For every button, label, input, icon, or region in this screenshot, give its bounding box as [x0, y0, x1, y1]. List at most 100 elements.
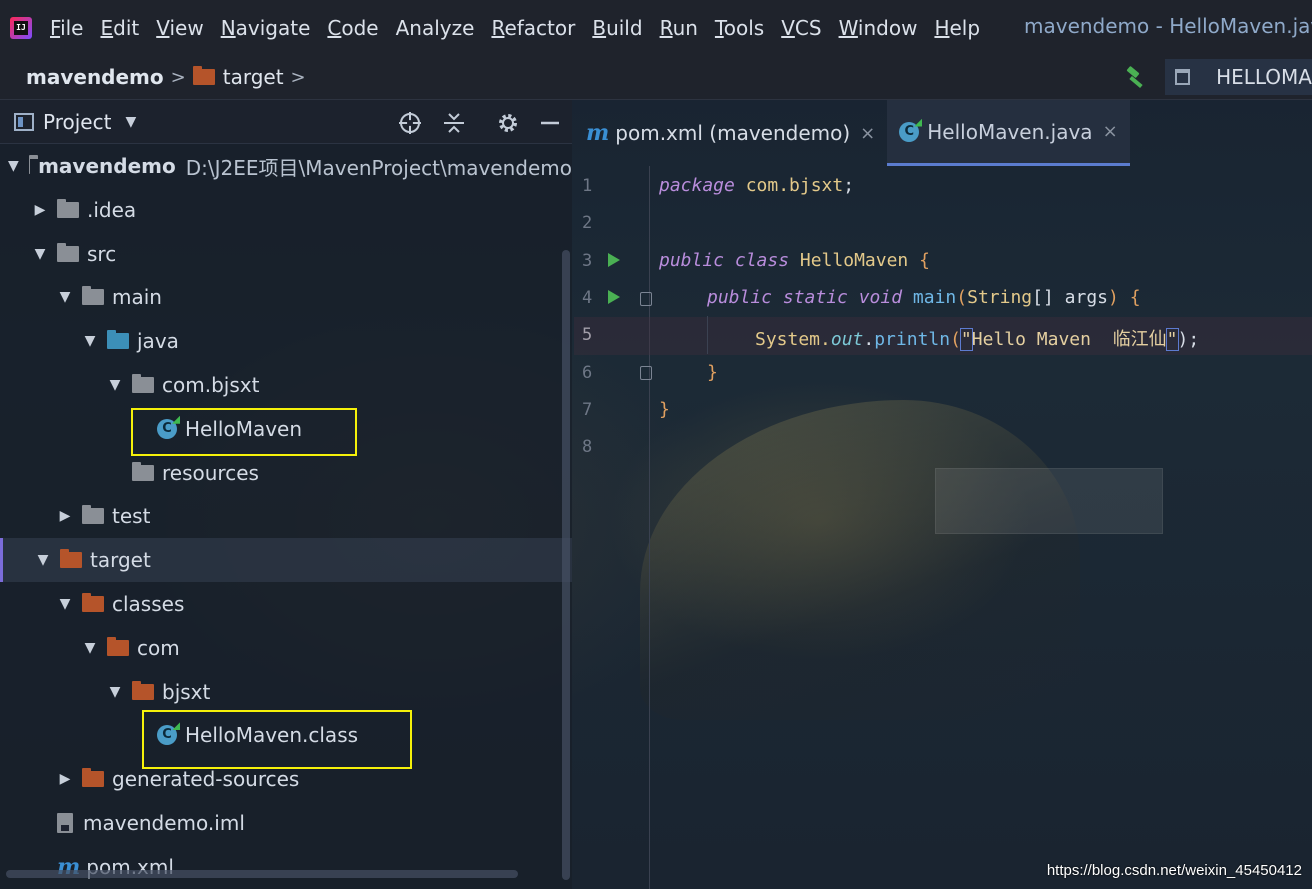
menu-build[interactable]: Build	[592, 16, 642, 40]
menu-label: uild	[606, 15, 643, 40]
menu-mnemonic: B	[592, 15, 607, 40]
chevron-down-icon[interactable]: ▼	[36, 552, 50, 568]
tree-item-test[interactable]: ▶ test	[0, 494, 572, 538]
tree-item-label: resources	[162, 460, 259, 485]
tree-item-target[interactable]: ▼ target	[0, 538, 572, 583]
project-horizontal-scrollbar[interactable]	[6, 870, 518, 878]
tab-label: pom.xml (mavendemo)	[615, 121, 851, 145]
run-main-icon[interactable]	[608, 290, 620, 304]
folder-gray-icon	[82, 505, 104, 525]
tree-item-src[interactable]: ▼ src	[0, 232, 572, 276]
line-number: 8	[582, 437, 593, 458]
window-title: mavendemo - HelloMaven.java	[1024, 14, 1312, 38]
tree-item-label: .idea	[87, 197, 137, 222]
highlight-box-source	[131, 408, 357, 456]
tree-item-label: classes	[112, 592, 185, 616]
minimize-icon[interactable]	[538, 111, 562, 135]
tree-item-resources[interactable]: resources	[0, 451, 572, 495]
menu-vcs[interactable]: VCS	[781, 16, 821, 40]
tree-item-mavendemo[interactable]: ▼ mavendemo D:\J2EE项目\MavenProject\mavende…	[0, 144, 572, 188]
indent-guide	[707, 316, 708, 354]
window-icon	[1175, 69, 1191, 85]
collapse-all-icon[interactable]	[442, 111, 466, 135]
menu-refactor[interactable]: Refactor	[491, 16, 575, 40]
chevron-down-icon[interactable]: ▼	[125, 114, 136, 130]
watermark: https://blog.csdn.net/weixin_45450412	[1046, 862, 1302, 879]
menu-navigate[interactable]: Navigate	[221, 16, 311, 40]
line-number: 7	[582, 399, 593, 420]
tree-item-main[interactable]: ▼ main	[0, 275, 572, 319]
code-line-4: public static void main(String[] args) {	[707, 287, 1141, 308]
line-number: 6	[582, 362, 593, 383]
chevron-right-icon[interactable]: ▶	[33, 202, 47, 218]
close-icon[interactable]: ×	[860, 123, 875, 144]
chevron-down-icon[interactable]: ▼	[58, 596, 72, 612]
menu-label: ile	[60, 15, 84, 40]
menu-edit[interactable]: Edit	[100, 16, 139, 40]
chevron-down-icon[interactable]: ▼	[83, 640, 97, 656]
tree-item-label: mavendemo.iml	[83, 811, 245, 835]
chevron-down-icon[interactable]: ▼	[58, 289, 72, 305]
chevron-down-icon[interactable]: ▼	[33, 246, 47, 262]
chevron-right-icon[interactable]: ▶	[58, 771, 72, 787]
menu-view[interactable]: View	[156, 16, 203, 40]
editor-gutter: 12345678	[574, 166, 652, 889]
build-hammer-icon[interactable]	[1124, 65, 1148, 89]
menu-window[interactable]: Window	[839, 16, 918, 40]
line-number: 1	[582, 176, 593, 196]
breadcrumb-target[interactable]: target	[192, 65, 284, 89]
code-line-7: }	[659, 399, 670, 420]
tree-item-java[interactable]: ▼ java	[0, 319, 572, 363]
project-vertical-scrollbar[interactable]	[562, 250, 570, 880]
java-class-icon	[899, 121, 920, 142]
tree-item-label: target	[90, 548, 151, 573]
folder-orange-icon	[107, 636, 129, 656]
menu-label: iew	[169, 15, 204, 40]
gear-icon[interactable]	[496, 111, 520, 135]
tab-hellomaven-java[interactable]: HelloMaven.java ×	[887, 100, 1130, 166]
menu-label: Analyze	[395, 15, 475, 40]
menu-mnemonic: V	[781, 15, 795, 40]
folder-blue-icon	[107, 330, 129, 350]
tree-item-pom-xml[interactable]: m pom.xml	[0, 845, 572, 889]
breadcrumb-root[interactable]: mavendemo	[26, 65, 164, 89]
menu-label: CS	[794, 15, 822, 40]
menu-analyze[interactable]: Analyze	[396, 16, 475, 40]
locate-crosshair-icon[interactable]	[398, 111, 422, 135]
package-icon	[132, 374, 154, 393]
tree-item-classes[interactable]: ▼ classes	[0, 582, 572, 626]
breadcrumb-separator-end: >	[290, 66, 306, 88]
run-config-label: HELLOMA	[1216, 65, 1312, 89]
menu-run[interactable]: Run	[660, 16, 698, 40]
tree-item--idea[interactable]: ▶ .idea	[0, 188, 572, 232]
chevron-down-icon[interactable]: ▼	[83, 333, 97, 349]
line-number: 3	[582, 250, 593, 271]
tree-item-com[interactable]: ▼ com	[0, 626, 572, 670]
tab-pom-xml[interactable]: m pom.xml (mavendemo) ×	[574, 100, 887, 166]
close-icon[interactable]: ×	[1103, 121, 1118, 142]
tree-item-bjsxt[interactable]: ▼ bjsxt	[0, 670, 572, 714]
resources-folder-icon	[132, 461, 154, 481]
chevron-down-icon[interactable]: ▼	[108, 377, 122, 393]
tree-item-label: mavendemo	[38, 154, 176, 178]
project-view-icon	[14, 112, 34, 131]
chevron-right-icon[interactable]: ▶	[58, 508, 72, 524]
menu-tools[interactable]: Tools	[715, 16, 764, 40]
menu-help[interactable]: Help	[934, 16, 980, 40]
run-configuration-selector[interactable]: HELLOMA	[1165, 59, 1312, 95]
project-panel-title[interactable]: Project	[43, 110, 111, 134]
tree-item-label: test	[112, 504, 151, 529]
menu-items: File Edit View Navigate Code Analyze Refactor B…	[50, 16, 997, 40]
line-number: 2	[582, 213, 593, 234]
tree-item-path: D:\J2EE项目\MavenProject\mavendemo	[185, 155, 572, 180]
code-editor[interactable]: package com.bjsxt; public class HelloMav…	[574, 166, 1312, 889]
menu-code[interactable]: Code	[327, 16, 378, 40]
intellij-logo-icon: IJ	[10, 16, 32, 39]
menu-file[interactable]: File	[50, 16, 83, 40]
run-class-icon[interactable]	[608, 253, 620, 267]
chevron-down-icon[interactable]: ▼	[108, 684, 122, 700]
menu-mnemonic: R	[659, 15, 673, 40]
chevron-down-icon[interactable]: ▼	[8, 158, 19, 174]
tree-item-com-bjsxt[interactable]: ▼ com.bjsxt	[0, 363, 572, 407]
tree-item-mavendemo-iml[interactable]: mavendemo.iml	[0, 801, 572, 845]
